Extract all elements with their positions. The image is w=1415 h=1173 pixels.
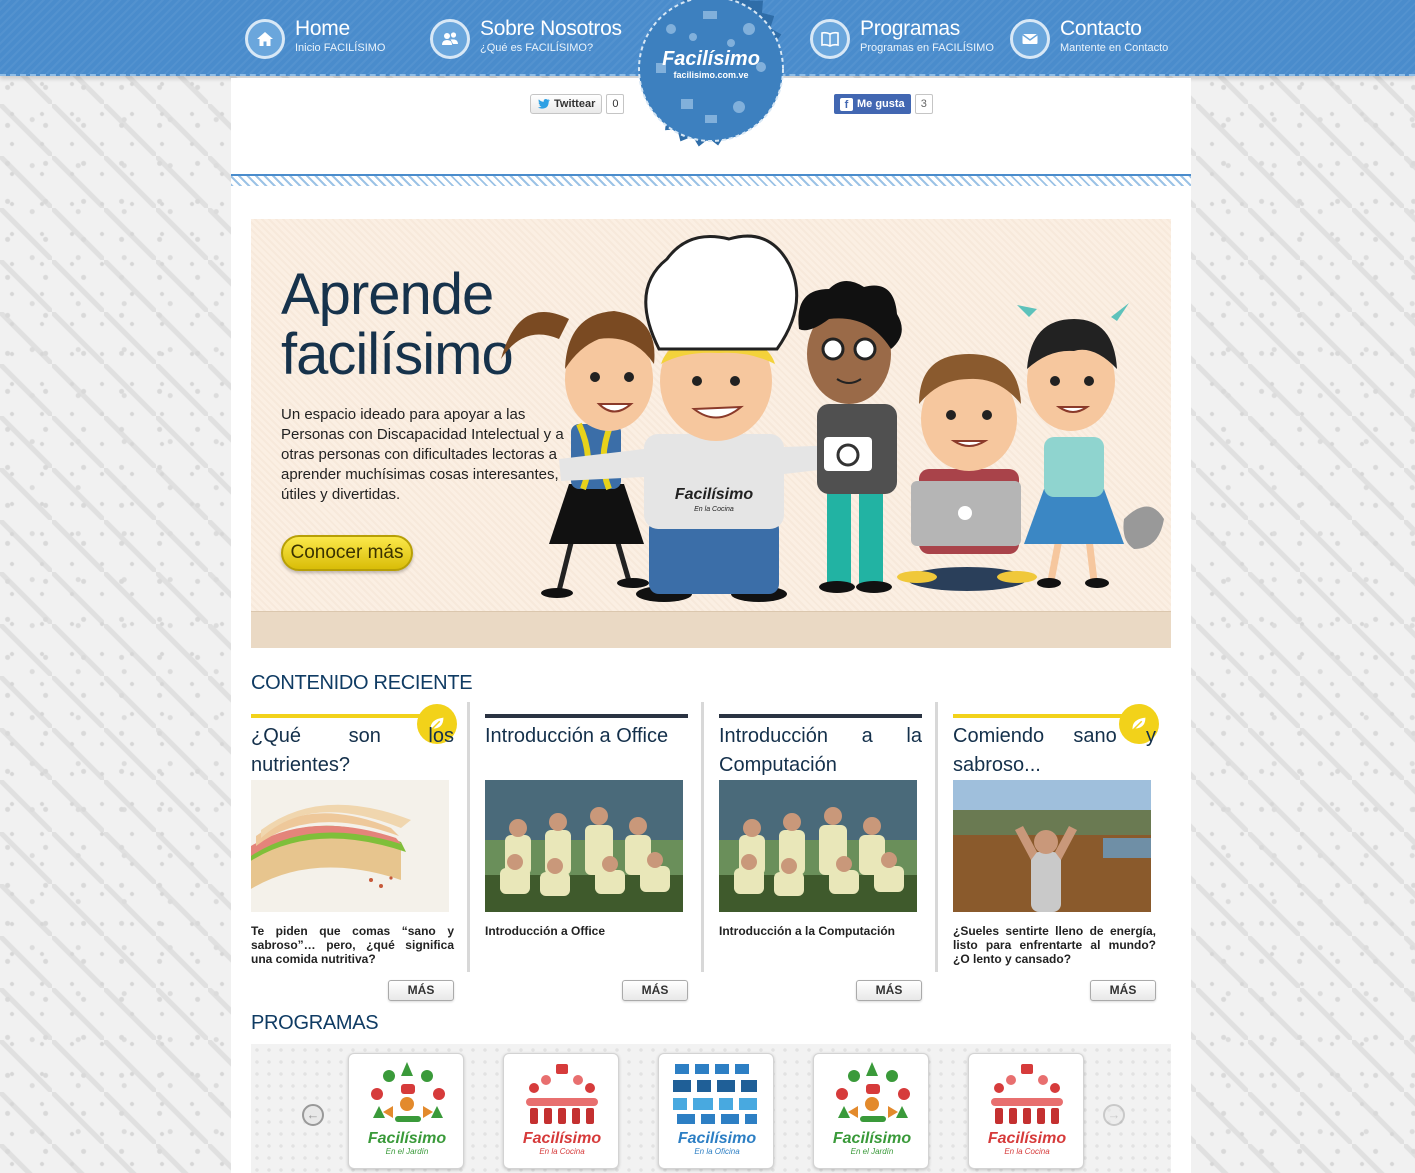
character-camera-boy <box>798 280 902 593</box>
hero-floor <box>251 611 1171 648</box>
hero-banner: Aprende facilísimo Un espacio ideado par… <box>251 219 1171 648</box>
more-button[interactable]: MÁS <box>1090 980 1156 1001</box>
nav-contacto-title: Contacto <box>1060 17 1142 40</box>
hero-characters-illustration: Facilísimo En la Cocina <box>501 234 1164 602</box>
card-thumbnail-sandwich[interactable] <box>251 780 449 912</box>
logo-badge-shape <box>638 0 784 147</box>
nav-contacto[interactable]: Contacto Mantente en Contacto <box>1010 17 1168 61</box>
card-title[interactable]: Introducción a la Computación <box>719 722 922 780</box>
card-title[interactable]: ¿Qué son los nutrientes? <box>251 722 454 780</box>
program-subtitle: En la Cocina <box>539 1147 585 1156</box>
nav-contacto-subtitle: Mantente en Contacto <box>1060 42 1169 54</box>
program-subtitle: En el Jardín <box>385 1147 429 1156</box>
recent-card: ¿Qué son los nutrientes? Te piden que co… <box>251 704 457 1004</box>
nav-home-title: Home <box>295 17 350 40</box>
nav-programas-title: Programas <box>860 17 961 40</box>
card-excerpt: Introducción a Office <box>485 924 606 938</box>
facebook-label: Me gusta <box>857 98 905 110</box>
program-tile-jardin[interactable]: Facilísimo En el Jardín <box>348 1053 464 1169</box>
recent-card: Comiendo sano y sabroso... ¿Sueles senti… <box>953 704 1159 1004</box>
site-logo[interactable]: Facilísimo facilisimo.com.ve <box>620 0 802 160</box>
program-tile-cocina[interactable]: Facilísimo En la Cocina <box>503 1053 619 1169</box>
more-button[interactable]: MÁS <box>856 980 922 1001</box>
logo-name: Facilísimo <box>662 48 760 70</box>
card-excerpt: ¿Sueles sentirte lleno de energía, listo… <box>953 924 1156 966</box>
facebook-icon: f <box>840 97 853 111</box>
logo-text: Facilísimo facilisimo.com.ve <box>620 48 802 80</box>
more-button[interactable]: MÁS <box>622 980 688 1001</box>
programs-heading: PROGRAMAS <box>251 1012 379 1034</box>
facebook-like-button[interactable]: f Me gusta <box>834 94 911 114</box>
facebook-like[interactable]: f Me gusta 3 <box>834 94 933 114</box>
program-subtitle: En la Cocina <box>1004 1147 1050 1156</box>
card-excerpt: Introducción a la Computación <box>719 924 896 938</box>
carousel-prev-arrow-icon[interactable]: ← <box>302 1104 324 1126</box>
conocer-mas-button[interactable]: Conocer más <box>281 535 413 571</box>
facebook-count: 3 <box>914 94 933 114</box>
logo-url: facilisimo.com.ve <box>673 70 749 80</box>
nav-sobre-nosotros-title: Sobre Nosotros <box>480 17 622 40</box>
card-divider <box>701 702 704 972</box>
recent-content-heading: CONTENIDO RECIENTE <box>251 672 473 694</box>
hero-title-line1: Aprende <box>281 262 494 327</box>
nav-programas[interactable]: Programas Programas en FACILÍSIMO <box>810 17 994 61</box>
program-tile-oficina[interactable]: Facilísimo En la Oficina <box>658 1053 774 1169</box>
twitter-bird-icon <box>537 99 550 109</box>
program-subtitle: En el Jardín <box>850 1147 894 1156</box>
home-icon <box>245 19 285 59</box>
card-title[interactable]: Introducción a Office <box>485 722 688 751</box>
recent-card: Introducción a Office Introducción a Off… <box>485 714 690 1004</box>
twitter-share[interactable]: Twittear 0 <box>530 94 625 114</box>
program-tile-cocina[interactable]: Facilísimo En la Cocina <box>968 1053 1084 1169</box>
program-name: Facilísimo <box>987 1130 1067 1147</box>
recent-card: Introducción a la Computación Introducci… <box>719 714 924 1004</box>
character-girl-watering <box>1017 303 1164 588</box>
card-accent-bar <box>719 714 922 718</box>
svg-text:Facilísimo: Facilísimo <box>675 486 753 503</box>
nav-sobre-nosotros-subtitle: ¿Qué es FACILÍSIMO? <box>480 42 594 54</box>
hero-title-line2: facilísimo <box>281 322 514 387</box>
mail-icon <box>1010 19 1050 59</box>
hero-title: Aprende facilísimo <box>281 262 514 387</box>
card-thumbnail-landscape[interactable] <box>953 780 1151 912</box>
header-divider <box>231 174 1191 186</box>
card-accent-bar <box>485 714 688 718</box>
program-subtitle: En la Oficina <box>694 1147 740 1156</box>
card-divider <box>935 702 938 972</box>
nav-sobre-nosotros[interactable]: Sobre Nosotros ¿Qué es FACILÍSIMO? <box>430 17 622 61</box>
program-tile-jardin[interactable]: Facilísimo En el Jardín <box>813 1053 929 1169</box>
character-laptop-boy <box>897 354 1037 591</box>
card-thumbnail-group-photo[interactable] <box>485 780 683 912</box>
twitter-button[interactable]: Twittear <box>530 94 603 114</box>
program-name: Facilísimo <box>677 1130 757 1147</box>
page-container: Twittear 0 f Me gusta 3 Aprende facilísi… <box>231 78 1191 1173</box>
card-divider <box>467 702 470 972</box>
nav-home[interactable]: Home Inicio FACILÍSIMO <box>245 17 385 61</box>
nav-home-subtitle: Inicio FACILÍSIMO <box>295 42 386 54</box>
card-title[interactable]: Comiendo sano y sabroso... <box>953 722 1156 780</box>
program-name: Facilísimo <box>522 1130 602 1147</box>
programs-carousel: ← → Facilísimo En el Jardín Facilísimo E… <box>251 1044 1171 1173</box>
carousel-next-arrow-icon[interactable]: → <box>1103 1104 1125 1126</box>
program-name: Facilísimo <box>832 1130 912 1147</box>
card-thumbnail-group-photo[interactable] <box>719 780 917 912</box>
svg-text:En la Cocina: En la Cocina <box>694 506 734 513</box>
more-button[interactable]: MÁS <box>388 980 454 1001</box>
book-icon <box>810 19 850 59</box>
nav-programas-subtitle: Programas en FACILÍSIMO <box>860 42 994 54</box>
people-icon <box>430 19 470 59</box>
program-name: Facilísimo <box>367 1130 447 1147</box>
twitter-label: Twittear <box>554 98 596 110</box>
card-excerpt: Te piden que comas “sano y sabroso”… per… <box>251 924 454 966</box>
